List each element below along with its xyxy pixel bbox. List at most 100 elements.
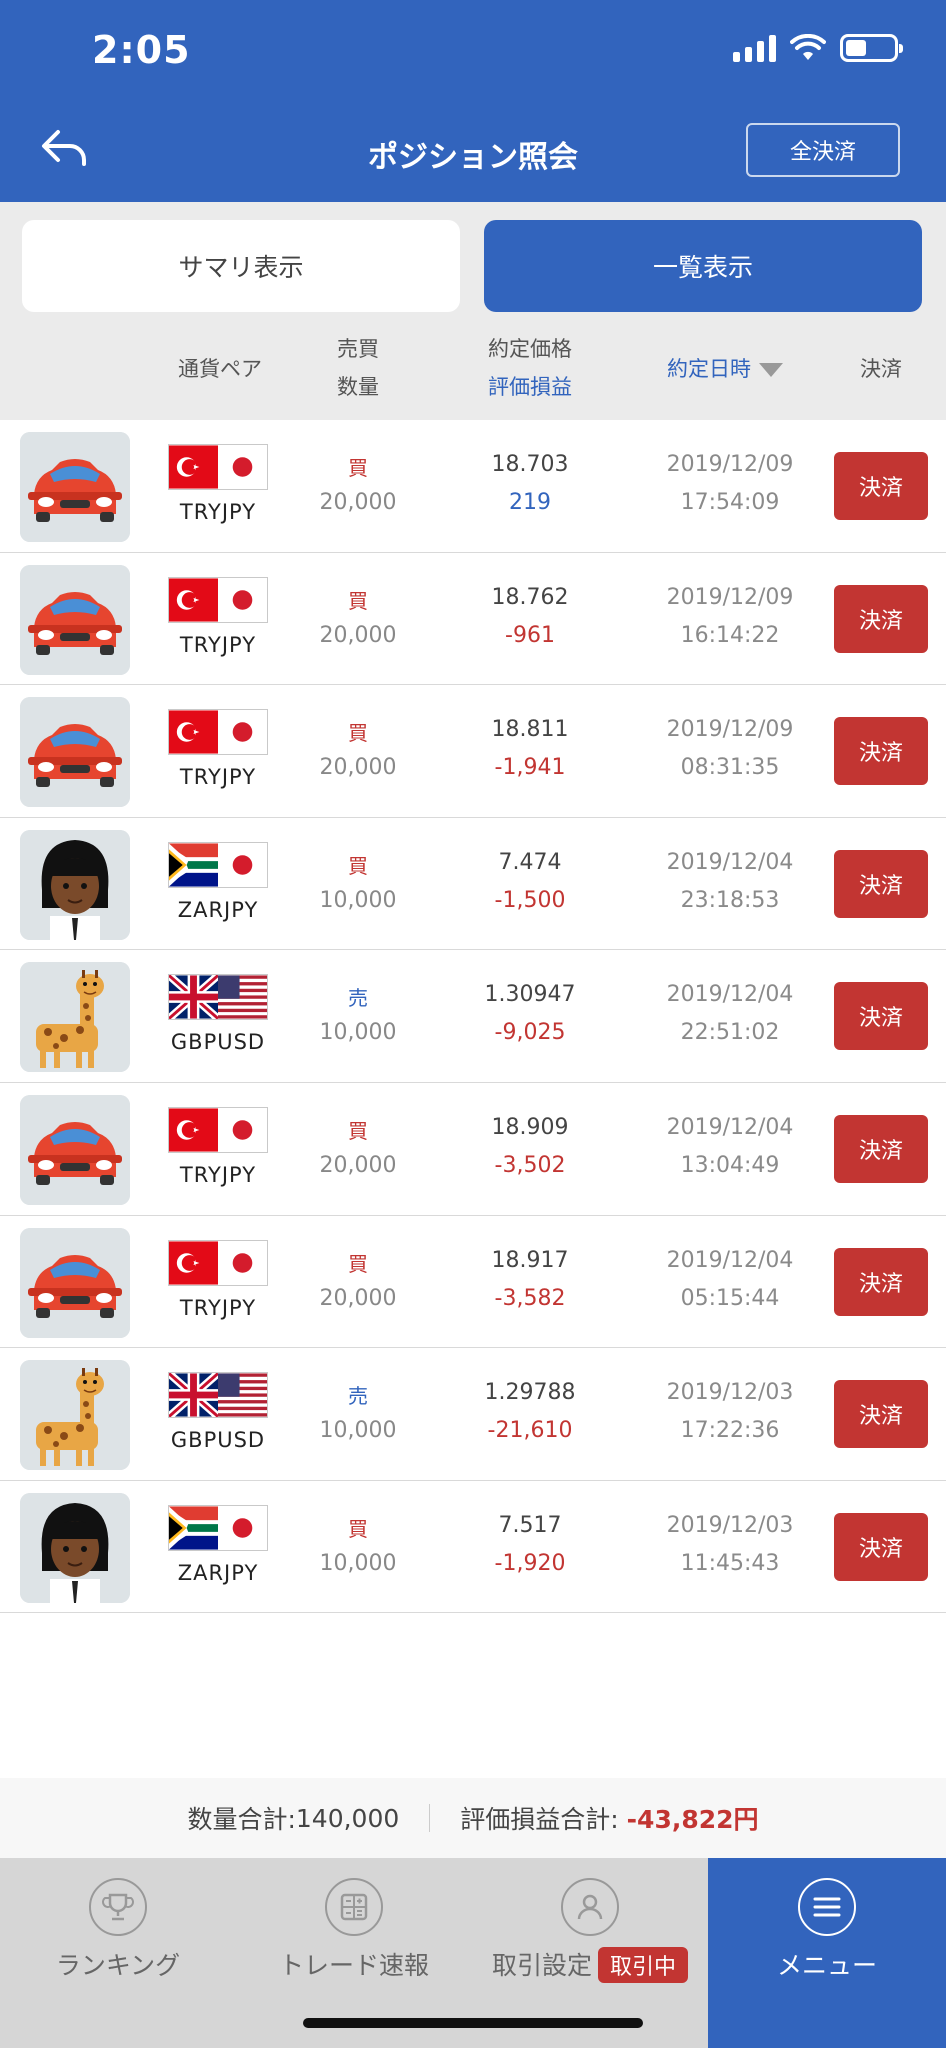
- japan-flag-icon: [218, 578, 267, 622]
- close-position-button[interactable]: 決済: [834, 452, 928, 520]
- column-header-datetime[interactable]: 約定日時: [640, 350, 810, 430]
- unrealized-pl: -3,582: [494, 1285, 566, 1311]
- close-position-button[interactable]: 決済: [834, 1247, 928, 1316]
- japan-flag-icon: [218, 843, 267, 887]
- app-header: 2:05 ポジション照会 全決済: [0, 0, 946, 202]
- execution-time: 17:54:09: [680, 490, 780, 515]
- battery-icon: [840, 34, 903, 62]
- execution-date: 2019/12/09: [666, 717, 794, 743]
- wifi-icon: [790, 34, 826, 60]
- execution-price: 18.703: [491, 452, 569, 477]
- turkey-flag-icon: [169, 578, 218, 622]
- currency-pair: TRYJPY: [179, 500, 257, 524]
- currency-pair: TRYJPY: [179, 632, 257, 657]
- execution-time: 23:18:53: [680, 887, 780, 913]
- nav-menu-label: メニュー: [776, 1951, 877, 1980]
- currency-pair: TRYJPY: [179, 1295, 257, 1320]
- tab-list[interactable]: 一覧表示: [484, 220, 922, 312]
- trader-avatar: [20, 564, 130, 675]
- trade-side: 売: [348, 986, 368, 1011]
- car-avatar-icon: [20, 1094, 130, 1205]
- execution-time: 13:04:49: [680, 1152, 780, 1178]
- unrealized-pl: -1,500: [494, 887, 566, 913]
- status-time: 2:05: [92, 28, 191, 72]
- position-row[interactable]: ZARJPY 買 10,000 7.474 -1,500 2019/12/04 …: [0, 817, 946, 951]
- currency-flags: [168, 576, 268, 623]
- execution-time: 05:15:44: [680, 1285, 780, 1311]
- nav-trade-settings-row: 取引設定 取引中: [472, 1946, 708, 1983]
- position-row[interactable]: ZARJPY 買 10,000 7.517 -1,920 2019/12/03 …: [0, 1480, 946, 1614]
- trade-quantity: 20,000: [319, 490, 397, 515]
- position-row[interactable]: TRYJPY 買 20,000 18.703 219 2019/12/09 17…: [0, 420, 946, 553]
- execution-price: 18.811: [491, 717, 569, 743]
- trophy-icon: [89, 1878, 147, 1936]
- trade-side: 買: [348, 1251, 368, 1276]
- trade-quantity: 10,000: [319, 1550, 397, 1576]
- home-indicator: [303, 2018, 643, 2028]
- nav-menu[interactable]: メニュー: [708, 1858, 946, 2048]
- close-position-button[interactable]: 決済: [834, 1114, 928, 1183]
- execution-date: 2019/12/09: [666, 584, 794, 610]
- currency-flags: [168, 841, 268, 888]
- calculator-icon: [325, 1878, 383, 1936]
- execution-price: 18.909: [491, 1114, 569, 1140]
- currency-flags: [168, 1372, 268, 1419]
- position-row[interactable]: TRYJPY 買 20,000 18.762 -961 2019/12/09 1…: [0, 552, 946, 686]
- close-position-button[interactable]: 決済: [834, 982, 928, 1051]
- uk-flag-icon: [169, 975, 218, 1020]
- position-row[interactable]: TRYJPY 買 20,000 18.909 -3,502 2019/12/04…: [0, 1082, 946, 1216]
- execution-price: 7.474: [498, 849, 562, 875]
- south-africa-flag-icon: [169, 843, 218, 887]
- position-row[interactable]: GBPUSD 売 10,000 1.29788 -21,610 2019/12/…: [0, 1348, 946, 1481]
- girl-avatar-icon: [20, 1492, 130, 1603]
- execution-time: 16:14:22: [680, 622, 780, 648]
- trade-side: 買: [348, 1516, 368, 1541]
- column-header-quantity-label: 数量: [337, 375, 379, 399]
- sort-down-icon: [759, 363, 783, 377]
- trade-quantity: 20,000: [319, 622, 397, 648]
- execution-time: 08:31:35: [680, 755, 780, 781]
- car-avatar-icon: [20, 564, 130, 675]
- user-icon: [561, 1878, 619, 1936]
- position-row[interactable]: TRYJPY 買 20,000 18.917 -3,582 2019/12/04…: [0, 1215, 946, 1349]
- unrealized-pl: -3,502: [494, 1152, 566, 1178]
- execution-time: 11:45:43: [680, 1550, 780, 1576]
- position-row[interactable]: GBPUSD 売 10,000 1.30947 -9,025 2019/12/0…: [0, 950, 946, 1083]
- japan-flag-icon: [218, 445, 267, 489]
- trader-avatar: [20, 432, 130, 542]
- position-row[interactable]: TRYJPY 買 20,000 18.811 -1,941 2019/12/09…: [0, 685, 946, 818]
- close-position-button[interactable]: 決済: [834, 849, 928, 918]
- unrealized-pl: -1,920: [494, 1550, 566, 1576]
- close-all-button[interactable]: 全決済: [746, 123, 900, 177]
- unrealized-pl: -961: [505, 622, 555, 648]
- close-position-button[interactable]: 決済: [834, 717, 928, 786]
- giraffe-avatar-icon: [20, 1360, 130, 1471]
- currency-pair: TRYJPY: [179, 765, 257, 790]
- turkey-flag-icon: [169, 1241, 218, 1285]
- trader-avatar: [20, 962, 130, 1073]
- column-header-price-label: 約定価格: [488, 337, 572, 361]
- turkey-flag-icon: [169, 445, 218, 489]
- execution-date: 2019/12/04: [666, 1247, 794, 1273]
- close-position-button[interactable]: 決済: [834, 1380, 928, 1449]
- currency-pair: TRYJPY: [179, 1162, 257, 1187]
- total-qty-label: 数量合計:: [187, 1805, 296, 1834]
- nav-trade-news-label: トレード速報: [278, 1951, 429, 1980]
- column-header-side-label: 売買: [337, 337, 379, 361]
- column-header-pl-label[interactable]: 評価損益: [460, 368, 600, 406]
- execution-time: 17:22:36: [680, 1418, 780, 1444]
- trade-side: 買: [348, 1118, 368, 1143]
- nav-ranking[interactable]: ランキング: [0, 1858, 236, 2048]
- currency-flags: [168, 1106, 268, 1153]
- close-position-button[interactable]: 決済: [834, 584, 928, 653]
- execution-date: 2019/12/03: [666, 1380, 794, 1406]
- trade-quantity: 20,000: [319, 1152, 397, 1178]
- usa-flag-icon: [218, 975, 267, 1019]
- car-avatar-icon: [20, 432, 130, 542]
- girl-avatar-icon: [20, 829, 130, 940]
- tab-summary[interactable]: サマリ表示: [22, 220, 460, 312]
- trade-quantity: 10,000: [319, 887, 397, 913]
- trade-side: 売: [348, 1384, 368, 1409]
- car-avatar-icon: [20, 697, 130, 808]
- close-position-button[interactable]: 決済: [834, 1512, 928, 1581]
